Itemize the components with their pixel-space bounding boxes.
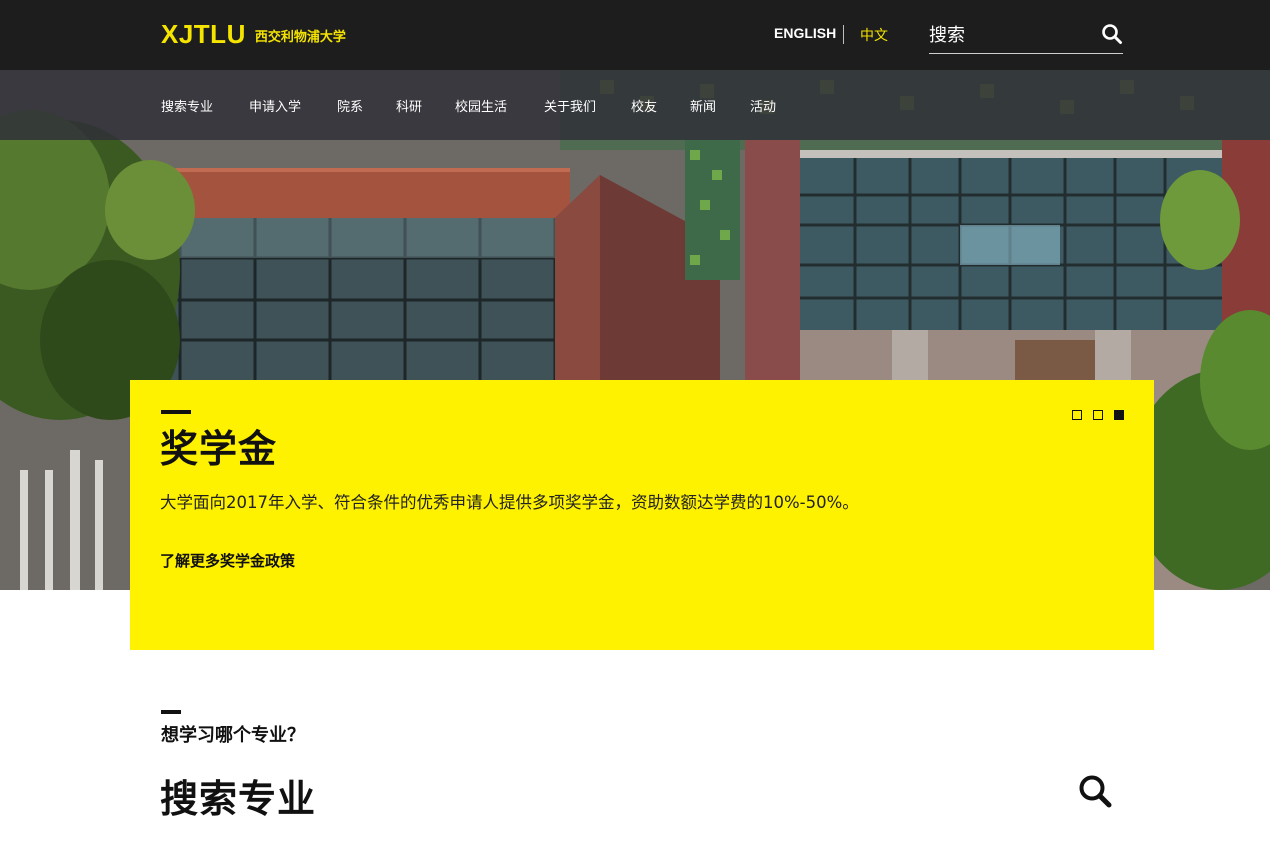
nav-item-campus-life[interactable]: 校园生活 [455,96,507,115]
header-search-input[interactable] [929,20,1089,50]
search-icon[interactable] [1077,773,1113,809]
title-accent-bar [161,410,191,414]
language-english-link[interactable]: ENGLISH [774,25,836,41]
logo[interactable]: XJTLU 西交利物浦大学 [161,19,346,50]
main-nav: 搜索专业 申请入学 院系 科研 校园生活 关于我们 校友 新闻 活动 [0,70,1270,140]
nav-item-about[interactable]: 关于我们 [544,96,596,115]
slide-dot-1[interactable] [1072,410,1082,420]
header-search [929,20,1123,54]
nav-item-research[interactable]: 科研 [396,96,422,115]
slide-more-link[interactable]: 了解更多奖学金政策 [160,550,295,571]
nav-item-alumni[interactable]: 校友 [631,96,657,115]
logo-wordmark: XJTLU [161,19,246,49]
logo-chinese-name: 西交利物浦大学 [254,30,346,45]
slide-dot-2[interactable] [1093,410,1103,420]
slide-title: 奖学金 [160,427,278,471]
slide-dot-3[interactable] [1114,410,1124,420]
nav-item-events[interactable]: 活动 [750,96,776,115]
slide-card: 奖学金 大学面向2017年入学、符合条件的优秀申请人提供多项奖学金，资助数额达学… [130,380,1154,650]
top-bar: XJTLU 西交利物浦大学 ENGLISH 中文 [0,0,1270,70]
section-accent-bar [161,710,181,714]
slide-pagination [1072,410,1124,420]
nav-item-news[interactable]: 新闻 [690,96,716,115]
search-icon[interactable] [1101,23,1123,45]
nav-item-search-programs[interactable]: 搜索专业 [161,96,213,115]
nav-item-apply[interactable]: 申请入学 [249,96,301,115]
language-chinese-link[interactable]: 中文 [860,25,888,45]
slide-description: 大学面向2017年入学、符合条件的优秀申请人提供多项奖学金，资助数额达学费的10… [160,493,859,512]
section-title: 搜索专业 [160,777,317,821]
nav-item-departments[interactable]: 院系 [337,96,363,115]
language-divider [843,25,844,44]
section-question: 想学习哪个专业？ [161,725,305,746]
